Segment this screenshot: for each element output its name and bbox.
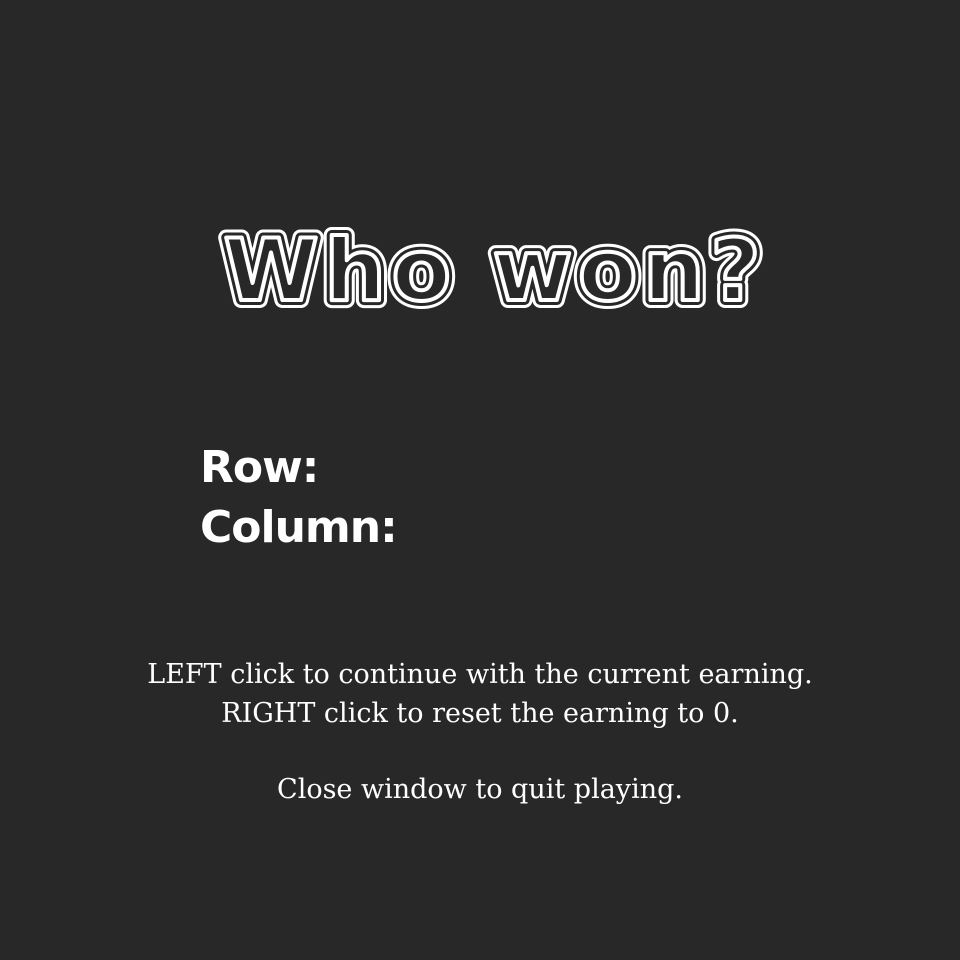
row-label: Row: bbox=[200, 442, 319, 493]
instruction-right-click: RIGHT click to reset the earning to 0. bbox=[221, 698, 739, 729]
column-label: Column: bbox=[200, 502, 398, 553]
instruction-close-window: Close window to quit playing. bbox=[277, 774, 683, 805]
title-banner: Who won? Who won? Who won? bbox=[216, 213, 769, 329]
instructions: LEFT click to continue with the current … bbox=[0, 655, 960, 809]
result-panel: Row: Column: bbox=[200, 438, 398, 558]
instruction-spacer bbox=[0, 733, 960, 770]
instruction-left-click: LEFT click to continue with the current … bbox=[147, 659, 813, 690]
title-outline-inner: Who won? bbox=[224, 221, 767, 321]
game-window[interactable]: Who won? Who won? Who won? Row: Column: … bbox=[0, 0, 960, 960]
